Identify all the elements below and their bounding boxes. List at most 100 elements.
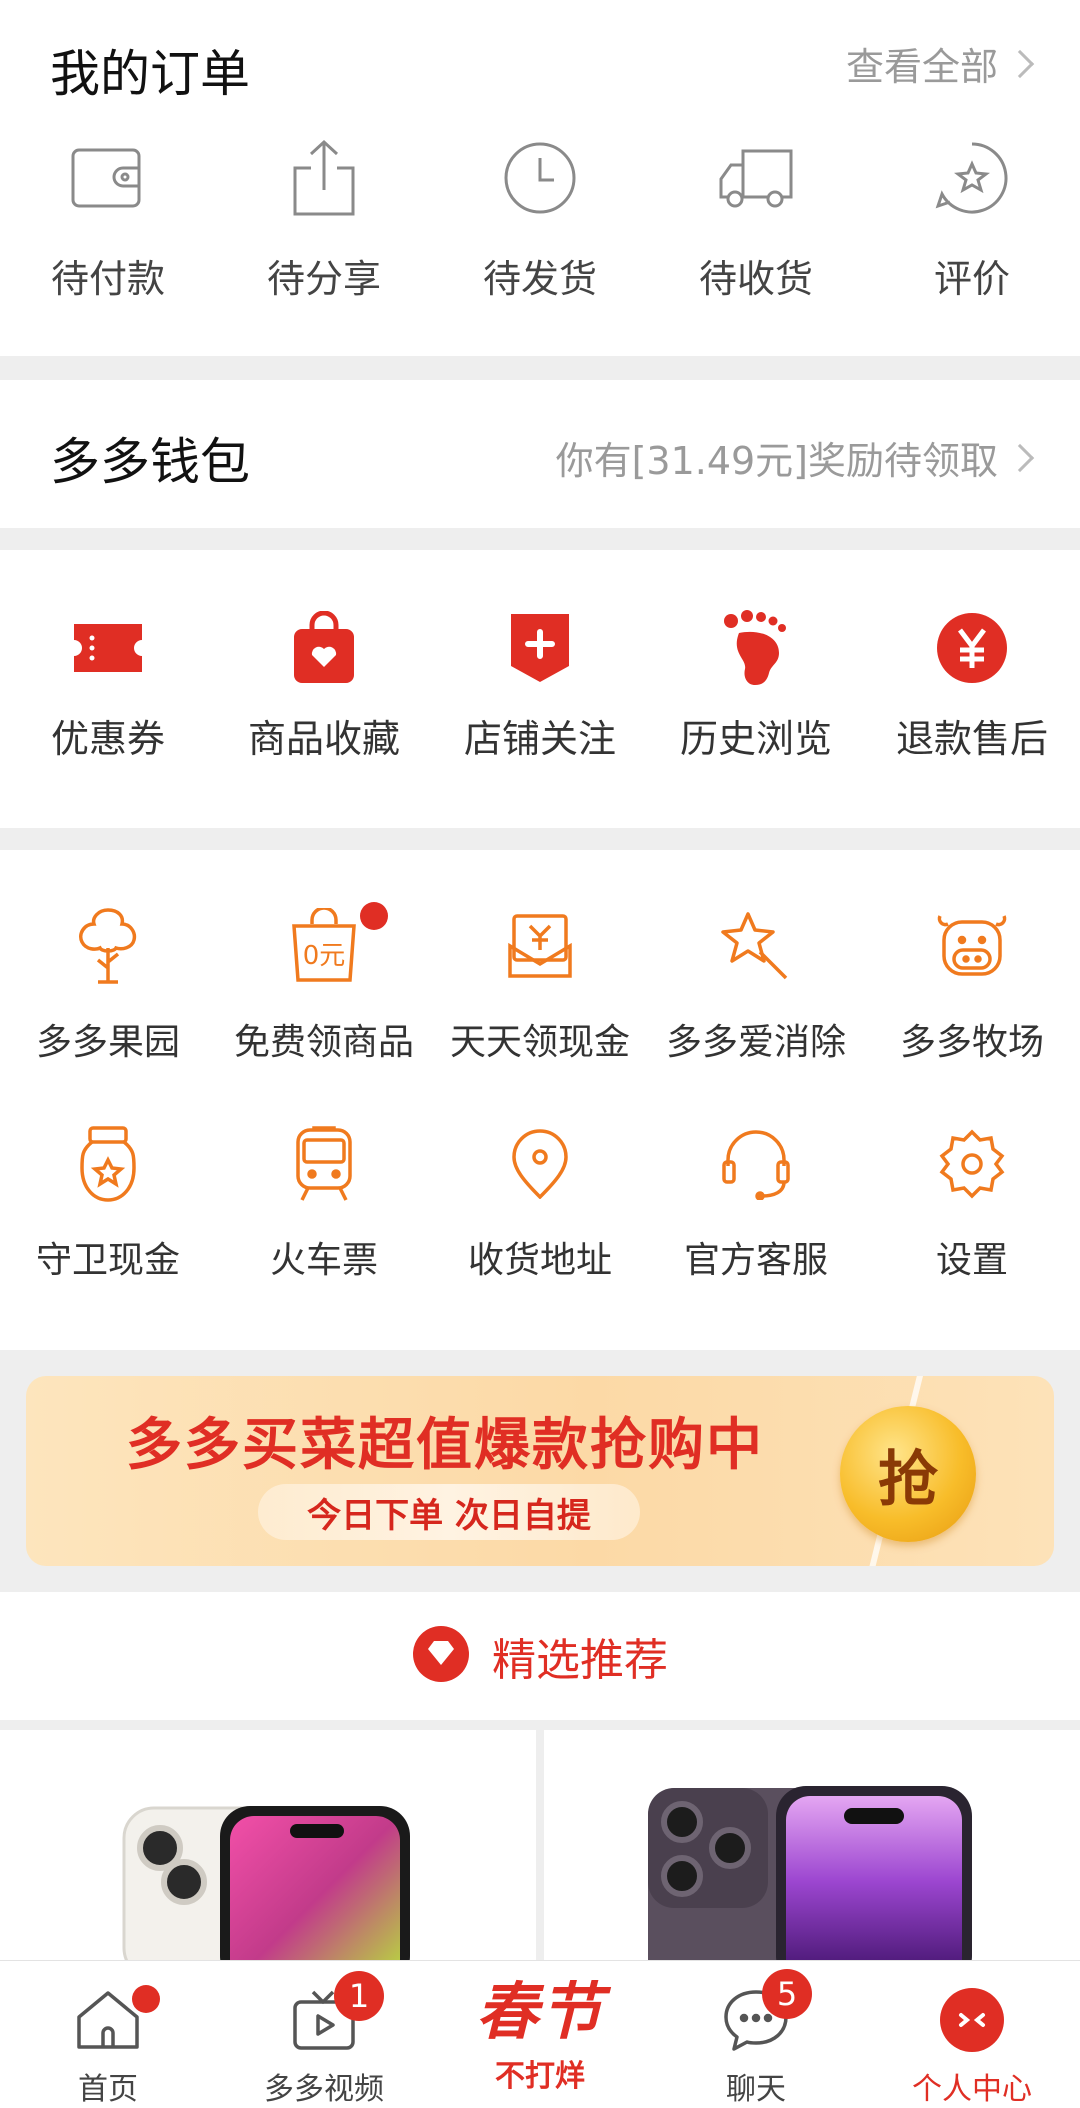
star-bubble-icon — [934, 130, 1010, 226]
banner-subtitle-pill: 今日下单 次日自提 — [258, 1484, 640, 1540]
order-label: 待发货 — [482, 257, 597, 301]
spring-festival-logo: 春节 — [475, 1975, 604, 2048]
home-icon — [75, 1975, 141, 2064]
banner-subtitle: 今日下单 次日自提 — [307, 1495, 591, 1536]
recommend-title: 精选推荐 — [492, 1635, 668, 1686]
chevron-right-icon — [1005, 49, 1035, 78]
video-badge: 1 — [334, 1971, 384, 2021]
wallet-icon — [71, 130, 145, 226]
view-all-orders-link[interactable]: 查看全部 — [845, 36, 1035, 91]
shortcut-label: 历史浏览 — [679, 717, 832, 761]
shortcut-label: 优惠券 — [50, 717, 165, 761]
shortcut-history[interactable]: 历史浏览 — [648, 600, 864, 762]
notification-dot — [132, 1985, 160, 2013]
bottom-tab-bar: 首页 1 多多视频 春节 不打烊 5 聊天 个人中心 — [0, 1960, 1080, 2108]
gear-icon — [936, 1116, 1008, 1212]
service-settings[interactable]: 设置 — [864, 1116, 1080, 1284]
service-daily-cash[interactable]: 天天领现金 — [432, 898, 648, 1066]
free-bag-icon: 0元 — [288, 898, 360, 994]
order-label: 待分享 — [266, 257, 381, 301]
yen-circle-icon — [936, 600, 1008, 696]
free-bag-text: 0元 — [303, 941, 346, 971]
banner-title: 多多买菜超值爆款抢购中 — [126, 1413, 764, 1478]
headset-icon — [722, 1116, 790, 1212]
tab-home[interactable]: 首页 — [0, 1961, 216, 2108]
shortcut-label: 商品收藏 — [247, 717, 400, 761]
shortcut-label: 退款售后 — [895, 717, 1048, 761]
wallet-card[interactable]: 多多钱包 你有[31.49元]奖励待领取 — [0, 380, 1080, 528]
shortcut-followed-shops[interactable]: 店铺关注 — [432, 600, 648, 762]
order-pending-share[interactable]: 待分享 — [216, 130, 432, 302]
wallet-reward-text: 你有[31.49元]奖励待领取 — [555, 439, 998, 483]
service-customer-support[interactable]: 官方客服 — [648, 1116, 864, 1284]
chat-badge: 5 — [762, 1969, 812, 2019]
tab-label: 聊天 — [726, 2072, 786, 2107]
service-label: 火车票 — [269, 1240, 378, 1281]
tab-label: 个人中心 — [912, 2072, 1032, 2107]
coin-label: 抢 — [878, 1444, 938, 1515]
product-card[interactable] — [0, 1730, 536, 1960]
product-image — [648, 1786, 972, 1960]
truck-icon — [717, 130, 795, 226]
notification-dot — [360, 902, 388, 930]
service-free-goods[interactable]: 0元 免费领商品 — [216, 898, 432, 1066]
order-label: 待付款 — [50, 257, 165, 301]
service-ranch[interactable]: 多多牧场 — [864, 898, 1080, 1066]
share-icon — [289, 130, 359, 226]
tab-label: 多多视频 — [264, 2072, 384, 2107]
tab-label: 不打烊 — [495, 2059, 585, 2094]
service-address[interactable]: 收货地址 — [432, 1116, 648, 1284]
cow-icon — [936, 898, 1008, 994]
location-pin-icon — [510, 1116, 570, 1212]
service-label: 天天领现金 — [449, 1022, 630, 1063]
diamond-heart-icon — [412, 1625, 470, 1687]
service-train-tickets[interactable]: 火车票 — [216, 1116, 432, 1284]
grocery-promo-banner[interactable]: 多多买菜超值爆款抢购中 今日下单 次日自提 抢 — [26, 1376, 1054, 1566]
train-icon — [292, 1116, 356, 1212]
tree-icon — [72, 898, 144, 994]
view-all-label: 查看全部 — [845, 45, 998, 89]
service-label: 免费领商品 — [233, 1022, 414, 1063]
recommend-header: 精选推荐 — [0, 1592, 1080, 1720]
order-pending-delivery[interactable]: 待发货 — [432, 130, 648, 302]
service-label: 官方客服 — [683, 1240, 828, 1281]
shortcut-label: 店铺关注 — [463, 717, 616, 761]
profile-icon — [939, 1975, 1005, 2064]
order-pending-payment[interactable]: 待付款 — [0, 130, 216, 302]
coupon-icon — [70, 600, 146, 696]
service-label: 收货地址 — [467, 1240, 612, 1281]
services-card: 多多果园 0元 免费领商品 天天领现金 多多爱消除 多多牧场 守卫现金 火车票 … — [0, 850, 1080, 1350]
shortcut-refunds[interactable]: 退款售后 — [864, 600, 1080, 762]
star-wand-icon — [720, 898, 792, 994]
tab-spring-festival[interactable]: 春节 不打烊 — [432, 1961, 648, 2108]
product-image — [122, 1806, 410, 1960]
tab-video[interactable]: 1 多多视频 — [216, 1961, 432, 2108]
profile-page: 我的订单 查看全部 待付款 待分享 待发货 待收货 评价 多多钱包 你有[31.… — [0, 0, 1080, 2108]
order-label: 待收货 — [698, 257, 813, 301]
service-guard-cash[interactable]: 守卫现金 — [0, 1116, 216, 1284]
service-orchard[interactable]: 多多果园 — [0, 898, 216, 1066]
service-label: 守卫现金 — [35, 1240, 180, 1281]
bag-heart-icon — [292, 600, 356, 696]
clock-icon — [502, 130, 578, 226]
order-pending-receipt[interactable]: 待收货 — [648, 130, 864, 302]
footprint-icon — [721, 600, 791, 696]
tab-profile[interactable]: 个人中心 — [864, 1961, 1080, 2108]
service-label: 多多牧场 — [899, 1022, 1044, 1063]
order-label: 评价 — [933, 257, 1010, 301]
service-match-game[interactable]: 多多爱消除 — [648, 898, 864, 1066]
shortcut-favorites[interactable]: 商品收藏 — [216, 600, 432, 762]
order-review[interactable]: 评价 — [864, 130, 1080, 302]
product-card[interactable] — [544, 1730, 1080, 1960]
shortcuts-card: 优惠券 商品收藏 店铺关注 历史浏览 退款售后 — [0, 550, 1080, 828]
cash-envelope-icon — [508, 898, 572, 994]
chevron-right-icon — [1005, 443, 1035, 472]
service-label: 多多爱消除 — [665, 1022, 846, 1063]
orders-card: 我的订单 查看全部 待付款 待分享 待发货 待收货 评价 — [0, 0, 1080, 356]
tab-chat[interactable]: 5 聊天 — [648, 1961, 864, 2108]
shortcut-coupons[interactable]: 优惠券 — [0, 600, 216, 762]
jar-star-icon — [78, 1116, 138, 1212]
wallet-reward-link[interactable]: 你有[31.49元]奖励待领取 — [555, 430, 1035, 485]
tab-label: 首页 — [78, 2072, 138, 2107]
orders-title: 我的订单 — [50, 45, 250, 103]
